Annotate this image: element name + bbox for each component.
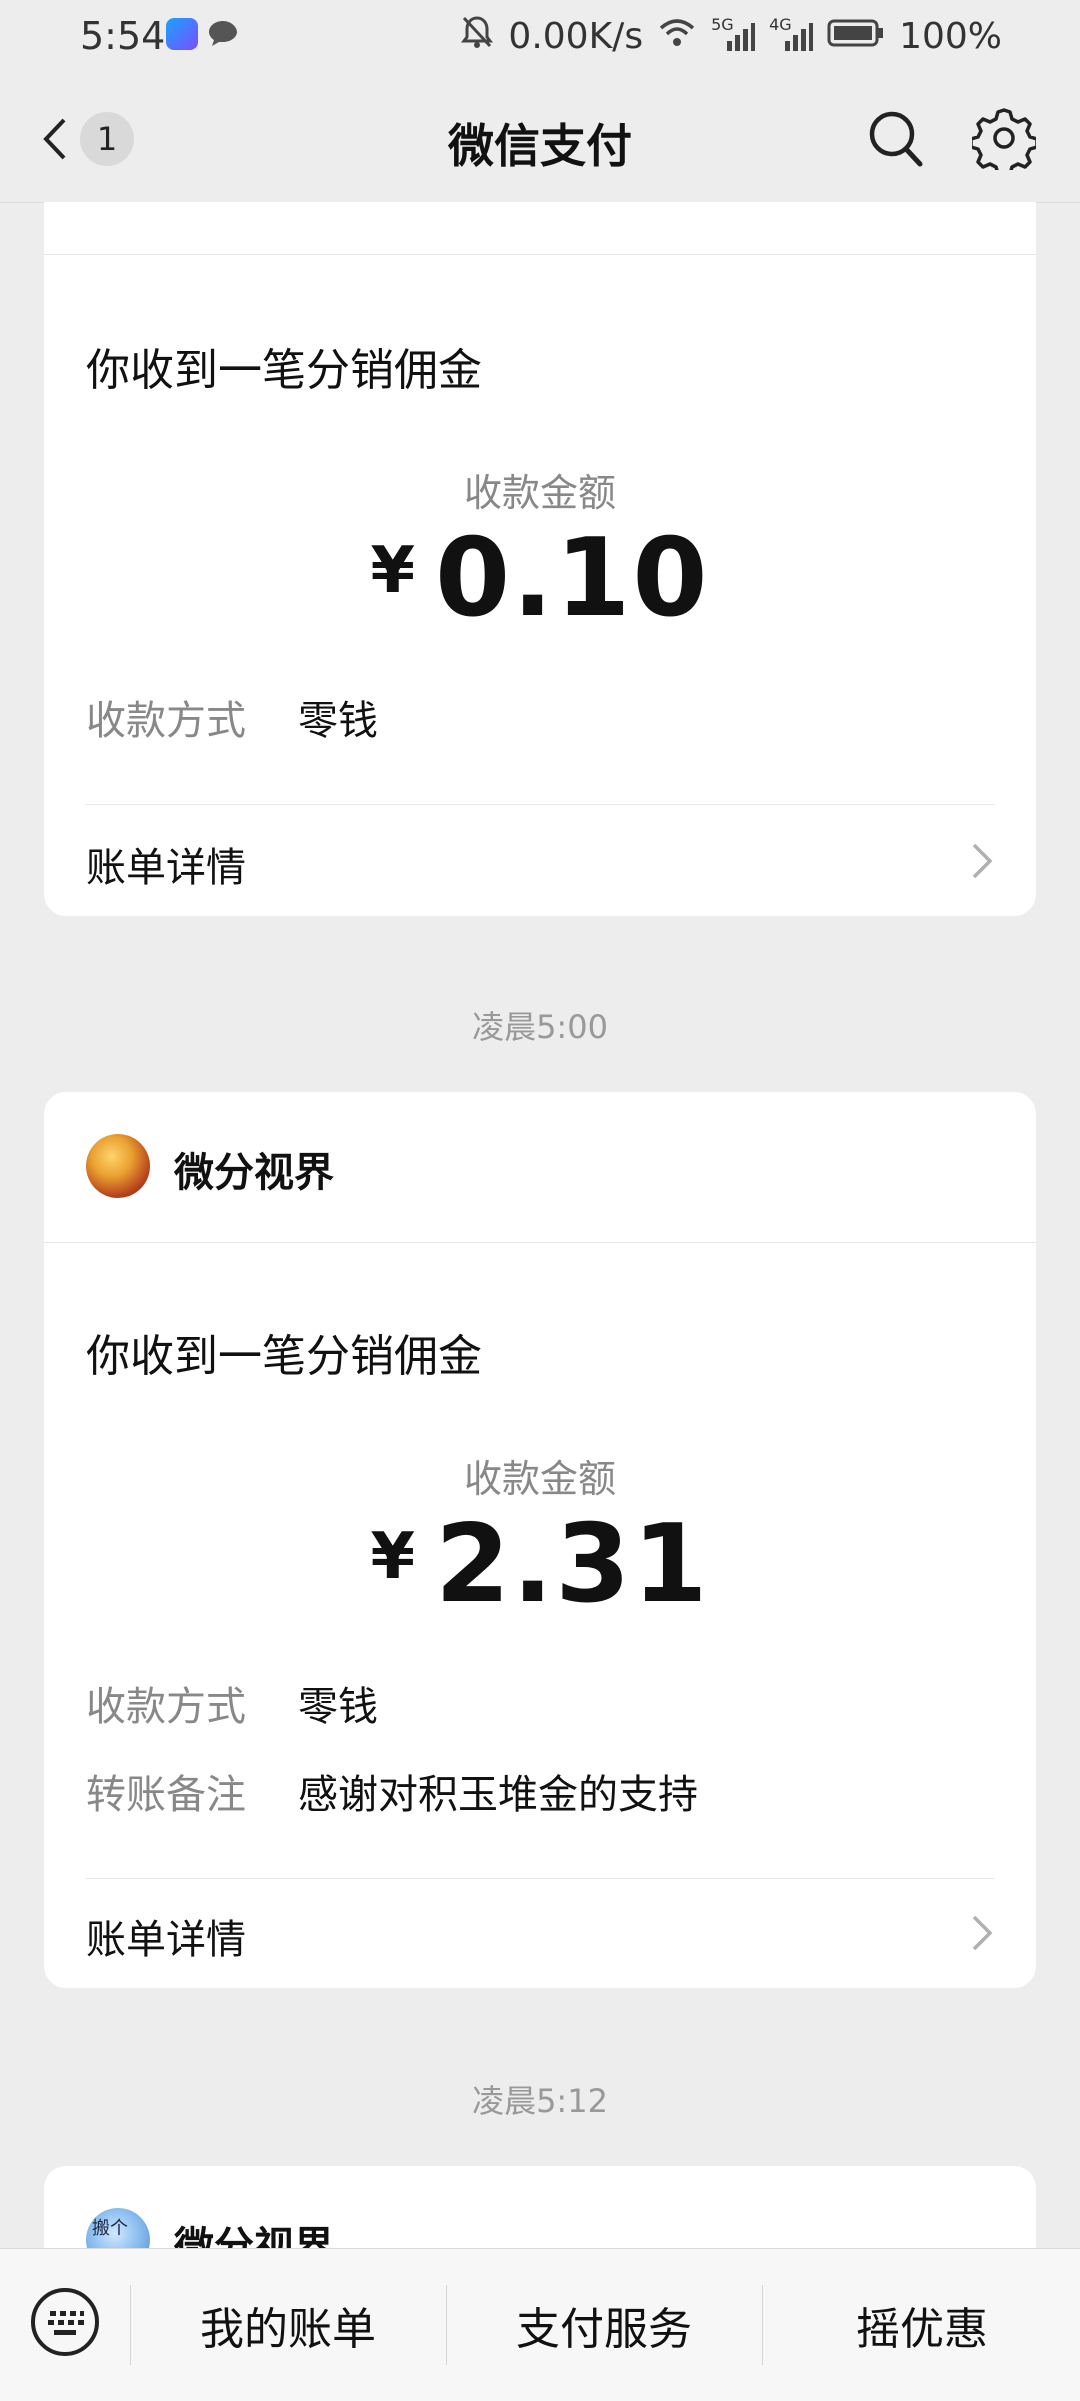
menu-my-bills[interactable]: 我的账单 bbox=[158, 2293, 418, 2357]
avatar-text: 搬个 bbox=[92, 2218, 128, 2239]
method-label: 收款方式 bbox=[86, 1684, 246, 1730]
currency-symbol: ¥ bbox=[370, 1520, 418, 1594]
sender-name: 微分视界 bbox=[174, 1150, 334, 1196]
signal-4g-icon: 4G bbox=[769, 15, 814, 53]
chevron-right-icon bbox=[972, 1915, 993, 1951]
method-label: 收款方式 bbox=[86, 698, 246, 744]
note-value: 感谢对积玉堆金的支持 bbox=[298, 1772, 698, 1818]
bill-detail-link[interactable]: 账单详情 bbox=[44, 1879, 1036, 1988]
bottom-menu-bar: 我的账单 支付服务 摇优惠 bbox=[0, 2248, 1080, 2401]
note-row: 转账备注 感谢对积玉堆金的支持 bbox=[86, 1762, 698, 1820]
sender-avatar bbox=[86, 1134, 150, 1198]
amount-number: 0.10 bbox=[435, 516, 710, 641]
card-header[interactable]: 搬个 微分视界 bbox=[44, 2166, 1036, 2248]
menu-divider bbox=[446, 2285, 447, 2365]
amount-label: 收款金额 bbox=[463, 1457, 616, 1501]
payment-card: 微分视界 你收到一笔分销佣金 收款金额 ¥2.31 收款方式 零钱 转账备注 感谢对… bbox=[44, 1092, 1036, 1988]
currency-symbol: ¥ bbox=[370, 534, 418, 608]
payment-card: 你收到一笔分销佣金 收款金额 ¥0.10 收款方式 零钱 账单详情 bbox=[44, 202, 1036, 916]
message-timestamp: 凌晨5:12 bbox=[472, 2082, 608, 2120]
method-row: 收款方式 零钱 bbox=[86, 688, 378, 746]
status-time: 5:54 bbox=[80, 14, 166, 58]
battery-percent: 100% bbox=[899, 16, 1002, 57]
mute-bell-icon bbox=[460, 14, 494, 59]
menu-divider bbox=[130, 2285, 131, 2365]
bill-detail-link[interactable]: 账单详情 bbox=[44, 805, 1036, 916]
note-label: 转账备注 bbox=[86, 1772, 246, 1818]
menu-divider bbox=[762, 2285, 763, 2365]
navbar: 1 微信支付 bbox=[0, 76, 1080, 203]
gear-icon bbox=[969, 108, 1039, 178]
amount-number: 2.31 bbox=[435, 1502, 710, 1627]
battery-icon bbox=[827, 16, 885, 57]
bill-detail-label: 账单详情 bbox=[86, 845, 246, 891]
card-title: 你收到一笔分销佣金 bbox=[86, 345, 482, 396]
wifi-icon bbox=[657, 16, 697, 57]
method-value: 零钱 bbox=[298, 698, 378, 744]
amount-value: ¥0.10 bbox=[44, 516, 1036, 641]
status-bar: 5:54 0.00K/s 5G 4G 100% bbox=[0, 0, 1080, 76]
payment-card: 搬个 微分视界 bbox=[44, 2166, 1036, 2248]
card-header[interactable]: 微分视界 bbox=[44, 1092, 1036, 1243]
chevron-right-icon bbox=[972, 843, 993, 879]
method-value: 零钱 bbox=[298, 1684, 378, 1730]
search-icon bbox=[869, 111, 923, 167]
amount-label: 收款金额 bbox=[463, 471, 616, 515]
bill-detail-label: 账单详情 bbox=[86, 1917, 246, 1963]
menu-payment-services[interactable]: 支付服务 bbox=[474, 2293, 734, 2357]
card-header bbox=[44, 202, 1036, 255]
keyboard-toggle-button[interactable] bbox=[30, 2287, 100, 2357]
chat-bubble-icon bbox=[206, 18, 240, 59]
network-speed: 0.00K/s bbox=[508, 16, 644, 57]
sender-name: 微分视界 bbox=[174, 2224, 334, 2248]
notification-icons bbox=[166, 18, 240, 59]
amount-value: ¥2.31 bbox=[44, 1502, 1036, 1627]
card-title: 你收到一笔分销佣金 bbox=[86, 1331, 482, 1382]
app-notification-icon bbox=[166, 18, 198, 50]
sender-avatar: 搬个 bbox=[86, 2208, 150, 2248]
status-right: 0.00K/s 5G 4G 100% bbox=[460, 14, 1002, 59]
method-row: 收款方式 零钱 bbox=[86, 1674, 378, 1732]
search-button[interactable] bbox=[866, 106, 926, 170]
signal-5g-icon: 5G bbox=[711, 15, 756, 53]
message-list[interactable]: 你收到一笔分销佣金 收款金额 ¥0.10 收款方式 零钱 账单详情 凌晨5:00 … bbox=[0, 202, 1080, 2248]
keyboard-icon bbox=[31, 2288, 99, 2356]
settings-button[interactable] bbox=[969, 106, 1039, 178]
message-timestamp: 凌晨5:00 bbox=[472, 1008, 608, 1046]
menu-shake-offers[interactable]: 摇优惠 bbox=[792, 2293, 1052, 2357]
